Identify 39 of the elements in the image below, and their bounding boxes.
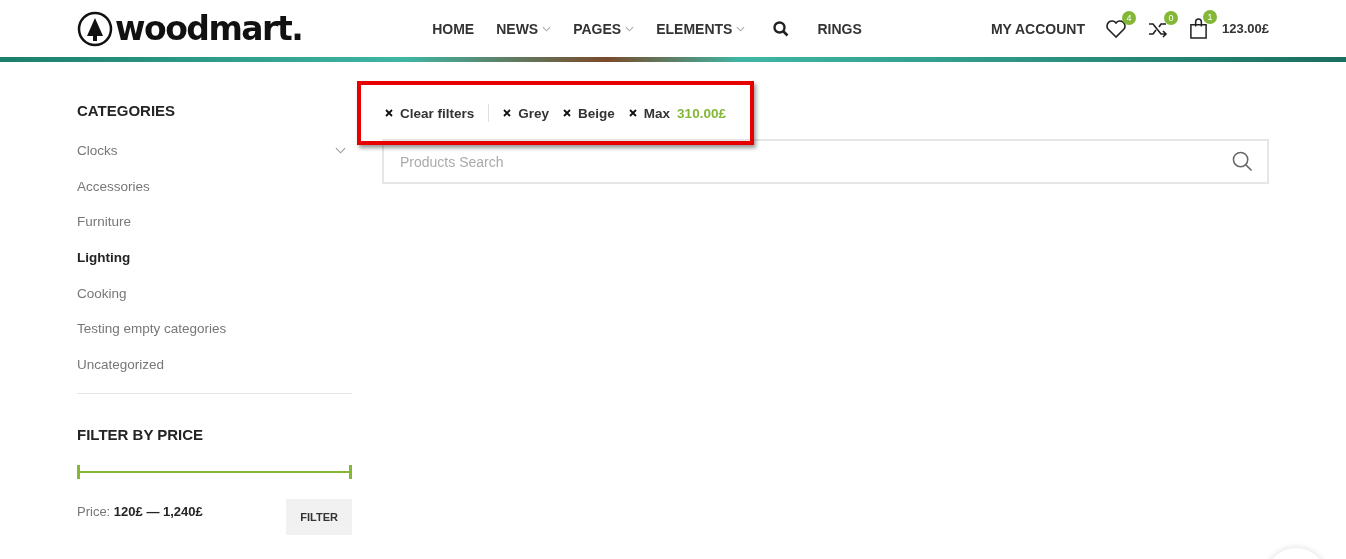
cart-total[interactable]: 123.00£ — [1222, 21, 1269, 36]
nav-link[interactable]: RINGS — [817, 20, 862, 37]
category-link[interactable]: Accessories — [77, 178, 150, 194]
category-link[interactable]: Clocks — [77, 143, 118, 159]
search-icon[interactable] — [773, 20, 790, 37]
widget-title: FILTER BY PRICE — [77, 426, 205, 444]
search-field[interactable]: Products Search — [382, 139, 1269, 184]
cart-count: 1 — [1203, 10, 1217, 24]
nav-link[interactable]: PAGES — [573, 20, 635, 37]
wishlist-count: 4 — [1122, 10, 1136, 25]
compare-count: 0 — [1164, 10, 1178, 25]
logo[interactable]: woodmart. — [77, 9, 303, 48]
nav-link[interactable]: HOME — [432, 20, 475, 37]
filter-chip[interactable]: Clear filters — [385, 105, 475, 121]
slider-handle[interactable] — [77, 465, 80, 480]
category-link[interactable]: Uncategorized — [77, 356, 165, 372]
filter-chip[interactable]: Beige — [563, 105, 615, 121]
logo-text: woodmart. — [115, 9, 303, 48]
filter-button[interactable]: FILTER — [286, 499, 352, 536]
close-icon[interactable] — [385, 109, 393, 117]
filter-chip[interactable]: Max 310.00£ — [628, 105, 726, 121]
category-link[interactable]: Furniture — [77, 214, 132, 230]
close-icon[interactable] — [628, 109, 637, 117]
category-link[interactable]: Cooking — [77, 285, 127, 301]
category-link[interactable]: Testing empty categories — [77, 321, 227, 337]
price-label: Price: 120£ — 1,240£ — [77, 503, 203, 519]
nav-link[interactable]: NEWS — [496, 20, 552, 37]
slider-handle[interactable] — [349, 465, 352, 480]
widget-title: CATEGORIES — [77, 102, 177, 119]
category-link[interactable]: Lighting — [77, 250, 131, 266]
close-icon[interactable] — [503, 109, 512, 117]
nav-link[interactable]: ELEMENTS — [656, 20, 746, 37]
account-link[interactable]: MY ACCOUNT — [990, 20, 1085, 37]
chevron-icon[interactable] — [335, 147, 346, 155]
heart-icon[interactable] — [1105, 18, 1127, 39]
shopping-bag-icon[interactable] — [1189, 18, 1208, 39]
filter-chip[interactable]: Grey — [503, 105, 550, 121]
close-icon[interactable] — [563, 109, 572, 117]
tree-icon — [77, 10, 113, 47]
